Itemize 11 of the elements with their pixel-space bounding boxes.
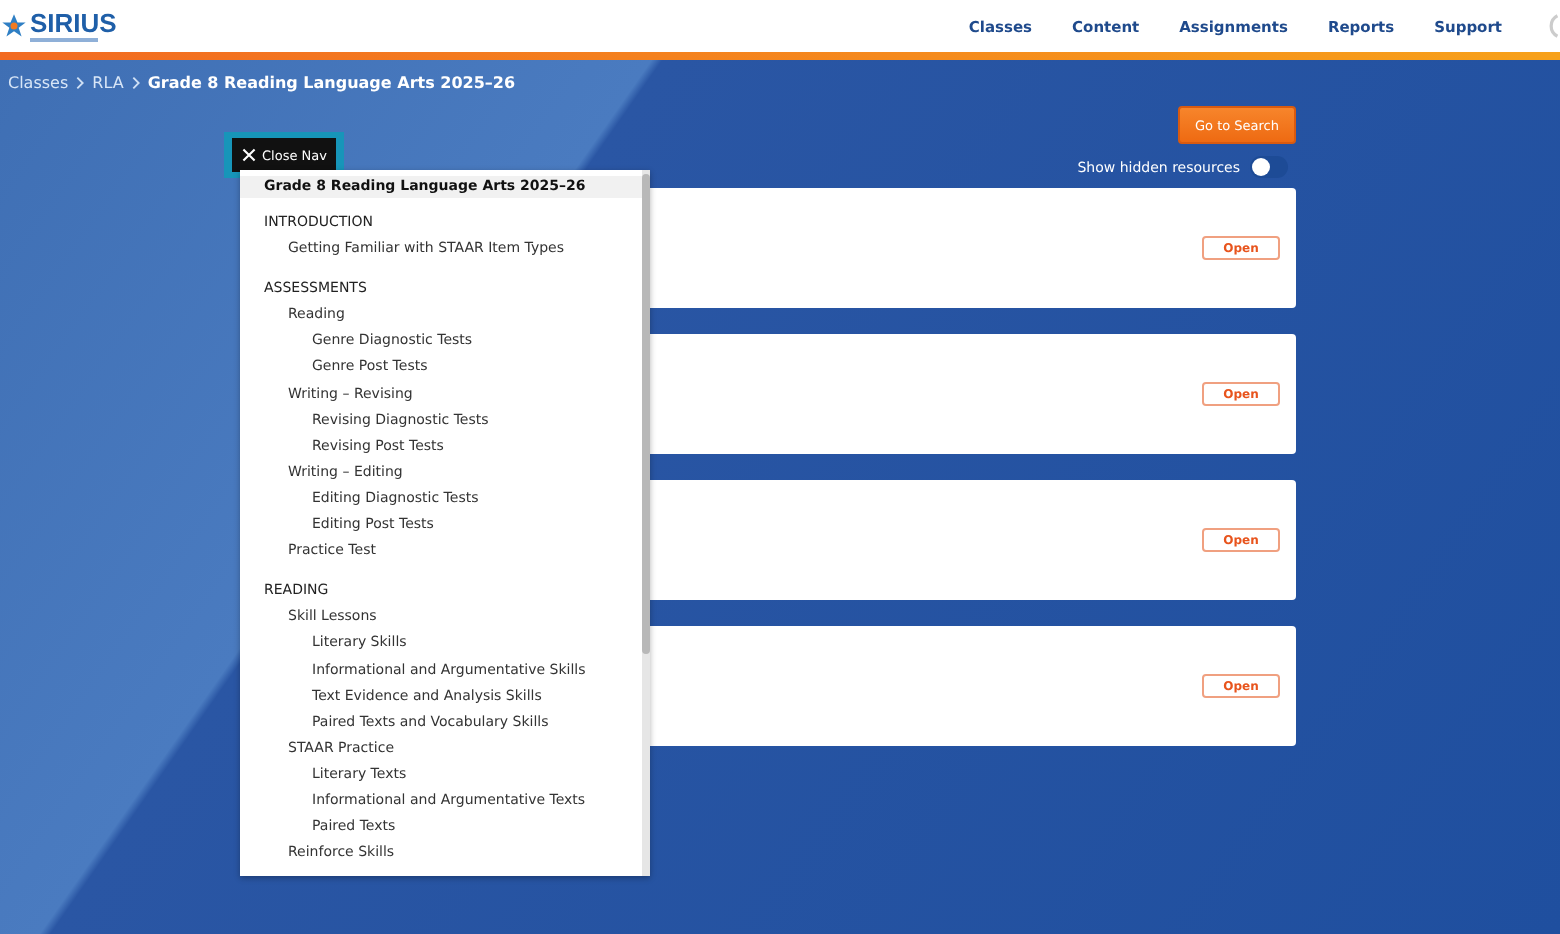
chevron-right-icon bbox=[76, 75, 85, 89]
logo-name: SIRIUS bbox=[30, 10, 117, 36]
close-icon bbox=[242, 148, 256, 162]
breadcrumb-link[interactable]: RLA bbox=[92, 73, 124, 91]
chevron-right-icon bbox=[131, 75, 140, 89]
breadcrumb-link[interactable]: Classes bbox=[8, 73, 69, 91]
scrollbar[interactable] bbox=[642, 170, 650, 876]
show-hidden-toggle[interactable] bbox=[1250, 156, 1288, 178]
star-logo-icon bbox=[0, 12, 28, 40]
logo-tagline-bar bbox=[30, 38, 98, 42]
breadcrumb-current: Grade 8 Reading Language Arts 2025–26 bbox=[147, 73, 516, 91]
